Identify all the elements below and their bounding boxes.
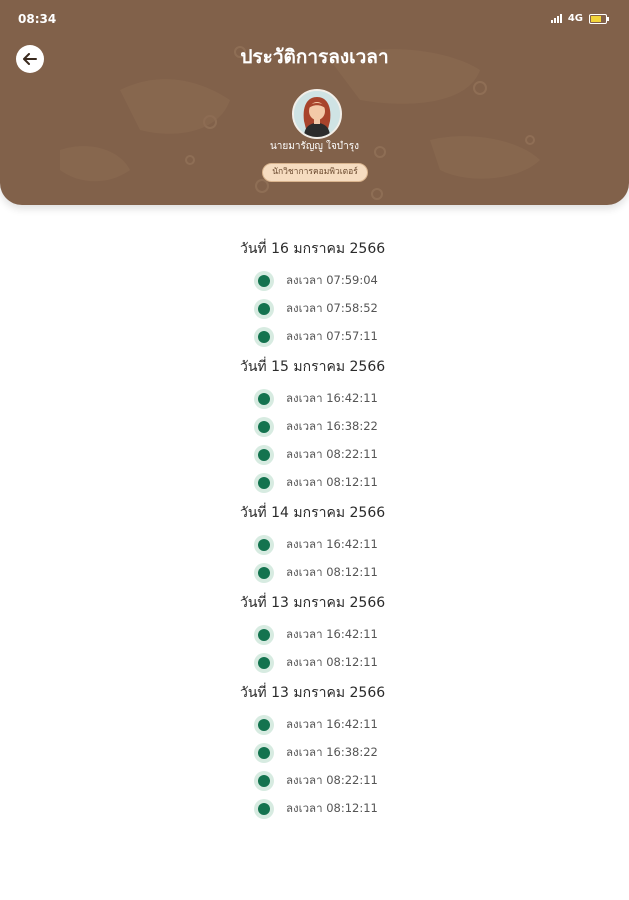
check-in-entry: ลงเวลา 07:58:52 — [240, 295, 570, 323]
timeline-dot-icon — [258, 275, 270, 287]
check-in-entry: ลงเวลา 08:12:11 — [240, 795, 570, 823]
check-in-entry: ลงเวลา 08:12:11 — [240, 559, 570, 587]
check-in-entry: ลงเวลา 16:38:22 — [240, 739, 570, 767]
timeline-dot-icon — [258, 539, 270, 551]
check-in-time: ลงเวลา 08:22:11 — [286, 773, 378, 787]
day-group: วันที่ 13 มกราคม 2566 ลงเวลา 16:42:11 ลงเว… — [240, 592, 570, 677]
timeline-dot-icon — [258, 421, 270, 433]
timeline-dot-icon — [258, 803, 270, 815]
check-in-history-list: วันที่ 16 มกราคม 2566 ลงเวลา 07:59:04 ลงเว… — [240, 238, 570, 823]
check-in-entry: ลงเวลา 16:42:11 — [240, 711, 570, 739]
page-title: ประวัติการลงเวลา — [240, 46, 389, 68]
check-in-entry: ลงเวลา 08:12:11 — [240, 649, 570, 677]
check-in-time: ลงเวลา 16:42:11 — [286, 537, 378, 551]
timeline-dot-icon — [258, 719, 270, 731]
timeline-dot-icon — [258, 449, 270, 461]
network-label: 4G — [567, 13, 583, 24]
avatar-illustration — [294, 91, 340, 137]
day-group: วันที่ 13 มกราคม 2566 ลงเวลา 16:42:11 ลงเว… — [240, 682, 570, 823]
check-in-time: ลงเวลา 16:42:11 — [286, 717, 378, 731]
day-title: วันที่ 13 มกราคม 2566 — [240, 595, 386, 611]
check-in-entry: ลงเวลา 16:42:11 — [240, 621, 570, 649]
signal-icon — [550, 14, 562, 23]
day-group: วันที่ 14 มกราคม 2566 ลงเวลา 16:42:11 ลงเว… — [240, 502, 570, 587]
check-in-time: ลงเวลา 16:42:11 — [286, 627, 378, 641]
check-in-entry: ลงเวลา 08:22:11 — [240, 767, 570, 795]
header: 08:34 4G ประวัติการลงเวลา นายมารัญญู ใจบ… — [0, 0, 629, 205]
check-in-entry: ลงเวลา 16:38:22 — [240, 413, 570, 441]
check-in-entry: ลงเวลา 07:57:11 — [240, 323, 570, 351]
timeline-dot-icon — [258, 657, 270, 669]
check-in-time: ลงเวลา 08:12:11 — [286, 565, 378, 579]
check-in-time: ลงเวลา 07:59:04 — [286, 273, 378, 287]
check-in-time: ลงเวลา 07:58:52 — [286, 301, 378, 315]
timeline-dot-icon — [258, 775, 270, 787]
check-in-time: ลงเวลา 16:42:11 — [286, 391, 378, 405]
timeline-dot-icon — [258, 393, 270, 405]
check-in-time: ลงเวลา 08:12:11 — [286, 655, 378, 669]
check-in-time: ลงเวลา 08:12:11 — [286, 475, 378, 489]
day-title: วันที่ 16 มกราคม 2566 — [240, 241, 386, 257]
day-title: วันที่ 15 มกราคม 2566 — [240, 359, 386, 375]
day-group: วันที่ 16 มกราคม 2566 ลงเวลา 07:59:04 ลงเว… — [240, 238, 570, 351]
check-in-time: ลงเวลา 07:57:11 — [286, 329, 378, 343]
timeline-dot-icon — [258, 567, 270, 579]
timeline-dot-icon — [258, 331, 270, 343]
user-name: นายมารัญญู ใจบำรุง — [269, 141, 360, 152]
check-in-entry: ลงเวลา 08:12:11 — [240, 469, 570, 497]
check-in-entry: ลงเวลา 08:22:11 — [240, 441, 570, 469]
check-in-entry: ลงเวลา 07:59:04 — [240, 267, 570, 295]
check-in-time: ลงเวลา 08:22:11 — [286, 447, 378, 461]
timeline-dot-icon — [258, 629, 270, 641]
battery-icon — [589, 13, 609, 24]
check-in-time: ลงเวลา 08:12:11 — [286, 801, 378, 815]
day-title: วันที่ 13 มกราคม 2566 — [240, 685, 386, 701]
avatar[interactable] — [292, 89, 342, 139]
status-icons: 4G — [550, 13, 609, 24]
check-in-time: ลงเวลา 16:38:22 — [286, 745, 378, 759]
day-title: วันที่ 14 มกราคม 2566 — [240, 505, 386, 521]
check-in-entry: ลงเวลา 16:42:11 — [240, 531, 570, 559]
check-in-entry: ลงเวลา 16:42:11 — [240, 385, 570, 413]
role-badge: นักวิชาการคอมพิวเตอร์ — [262, 163, 368, 182]
check-in-time: ลงเวลา 16:38:22 — [286, 419, 378, 433]
day-group: วันที่ 15 มกราคม 2566 ลงเวลา 16:42:11 ลงเว… — [240, 356, 570, 497]
timeline-dot-icon — [258, 477, 270, 489]
timeline-dot-icon — [258, 747, 270, 759]
status-time: 08:34 — [18, 12, 57, 26]
timeline-dot-icon — [258, 303, 270, 315]
